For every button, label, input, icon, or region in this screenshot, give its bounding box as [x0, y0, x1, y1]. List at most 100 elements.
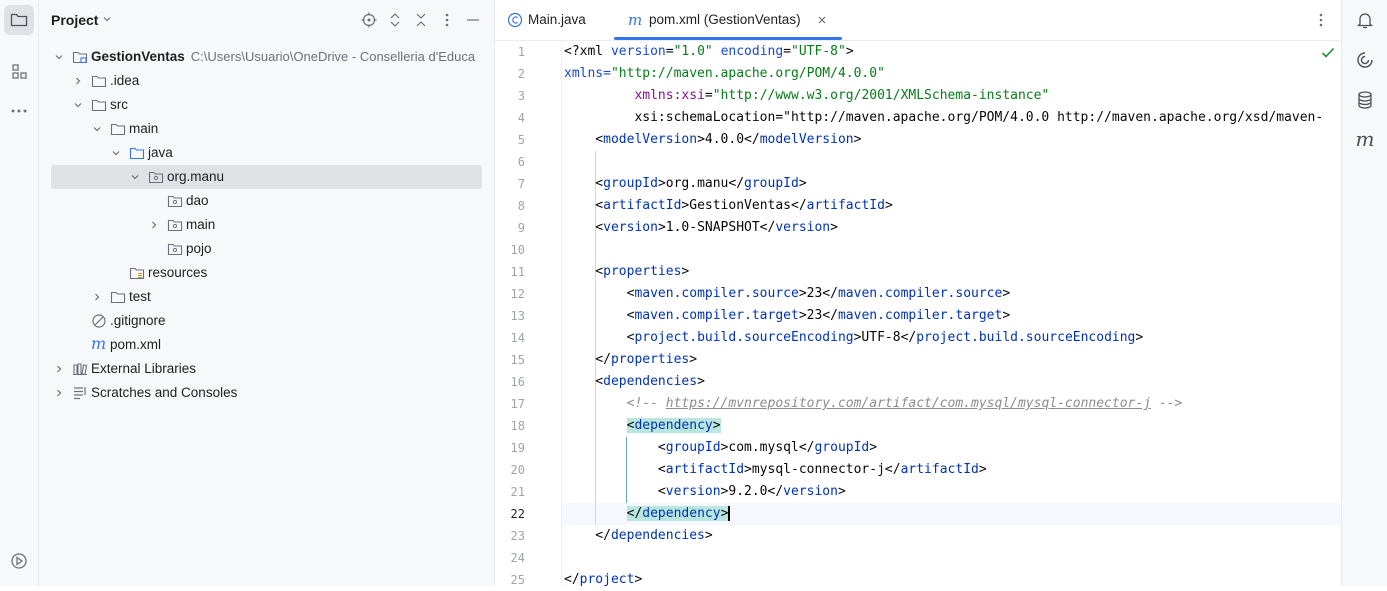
tab-options-icon[interactable] — [1313, 12, 1329, 28]
tree-item-dao[interactable]: dao — [51, 189, 482, 213]
line-number: 13 — [510, 309, 525, 323]
more-icon[interactable] — [4, 96, 34, 126]
tree-item-test[interactable]: test — [51, 285, 482, 309]
tree-item-pom-xml[interactable]: m pom.xml — [51, 333, 482, 357]
database-icon[interactable] — [1355, 90, 1375, 110]
line-number: 4 — [517, 111, 525, 125]
code-line: xmlns="http://maven.apache.org/POM/4.0.0… — [564, 66, 885, 81]
tab-label: pom.xml (GestionVentas) — [649, 12, 801, 27]
close-icon[interactable] — [817, 15, 827, 25]
tree-item-scratches[interactable]: Scratches and Consoles — [51, 381, 482, 405]
code-line-current: </dependency> — [626, 506, 731, 521]
tree-item-label: org.manu — [167, 169, 225, 184]
code-line: <dependencies> — [564, 374, 705, 389]
project-folder-icon[interactable] — [4, 5, 34, 35]
code-line: <groupId>com.mysql</groupId> — [564, 440, 878, 455]
line-number: 1 — [517, 45, 525, 59]
notifications-icon[interactable] — [1355, 10, 1375, 30]
line-number: 18 — [510, 419, 525, 433]
code-line: <?xml version="1.0" encoding="UTF-8"> — [564, 44, 854, 59]
tree-item-external-libraries[interactable]: External Libraries — [51, 357, 482, 381]
tree-item-label: External Libraries — [91, 361, 197, 376]
tree-item-label: src — [110, 97, 128, 112]
folder-icon — [110, 123, 126, 136]
java-class-icon — [507, 12, 523, 28]
tab-pom-xml[interactable]: m pom.xml (GestionVentas) — [614, 0, 842, 40]
tree-item-gitignore[interactable]: .gitignore — [51, 309, 482, 333]
line-number: 16 — [510, 375, 525, 389]
line-number: 19 — [510, 441, 525, 455]
tree-item-gestionventas[interactable]: GestionVentas C:\Users\Usuario\OneDrive -… — [51, 45, 482, 69]
tree-item-resources[interactable]: resources — [51, 261, 482, 285]
chevron-right-icon[interactable] — [54, 388, 64, 398]
line-number: 21 — [510, 485, 525, 499]
line-number: 14 — [510, 331, 525, 345]
project-panel-title[interactable]: Project — [51, 12, 98, 28]
editor: Main.java m pom.xml (GestionVentas) 1 2 … — [495, 0, 1341, 587]
options-icon[interactable] — [439, 12, 455, 28]
code-line: <!-- https://mvnrepository.com/artifact/… — [626, 396, 1183, 411]
tree-item-main-folder[interactable]: main — [51, 117, 482, 141]
tree-item-org-manu[interactable]: org.manu — [51, 165, 482, 189]
editor-tabs: Main.java m pom.xml (GestionVentas) — [495, 0, 1341, 41]
tree-item-label: resources — [148, 265, 208, 280]
code-line: <modelVersion>4.0.0</modelVersion> — [564, 132, 862, 147]
tree-item-src[interactable]: src — [51, 93, 482, 117]
structure-icon[interactable] — [4, 56, 34, 86]
maven-icon: m — [628, 11, 643, 29]
expand-icon[interactable] — [387, 12, 403, 28]
chevron-down-icon[interactable] — [111, 148, 121, 158]
chevron-down-icon[interactable] — [54, 52, 64, 62]
project-path: C:\Users\Usuario\OneDrive - Conselleria … — [190, 49, 476, 64]
tree-item-main-package[interactable]: main — [51, 213, 482, 237]
code-line: <version>1.0-SNAPSHOT</version> — [564, 220, 838, 235]
line-number: 11 — [510, 265, 525, 279]
no-problems-check-icon[interactable] — [1321, 47, 1335, 59]
maven-tool-icon[interactable]: m — [1355, 128, 1375, 150]
tree-item-pojo[interactable]: pojo — [51, 237, 482, 261]
line-number: 25 — [510, 573, 525, 587]
tree-item-idea[interactable]: .idea — [51, 69, 482, 93]
collapse-icon[interactable] — [413, 12, 429, 28]
package-icon — [167, 219, 183, 232]
ignored-file-icon — [92, 314, 106, 328]
chevron-down-icon[interactable] — [102, 14, 112, 24]
left-tool-strip — [0, 0, 39, 586]
chevron-down-icon[interactable] — [130, 172, 140, 182]
project-panel: Project GestionVentas C:\Users\Usuario\On… — [39, 0, 495, 586]
code-area[interactable]: 1 2 3 4 5 6 7 8 9 10 11 12 13 14 15 16 1… — [495, 41, 1341, 587]
code-line: xmlns:xsi="http://www.w3.org/2001/XMLSch… — [634, 88, 1050, 103]
code-line: <artifactId>mysql-connector-j</artifactI… — [564, 462, 987, 477]
tree-item-java[interactable]: java — [51, 141, 482, 165]
code-line: <artifactId>GestionVentas</artifactId> — [564, 198, 893, 213]
chevron-down-icon[interactable] — [92, 124, 102, 134]
hide-icon[interactable] — [465, 12, 481, 28]
source-folder-icon — [129, 147, 145, 160]
chevron-right-icon[interactable] — [92, 292, 102, 302]
code-line: <dependency> — [626, 418, 721, 433]
ai-assistant-icon[interactable] — [1355, 50, 1375, 70]
line-number: 10 — [510, 243, 525, 257]
package-icon — [167, 243, 183, 256]
chevron-right-icon[interactable] — [54, 364, 64, 374]
folder-icon — [110, 291, 126, 304]
chevron-right-icon[interactable] — [73, 76, 83, 86]
tree-item-label: dao — [186, 193, 209, 208]
run-icon[interactable] — [4, 546, 34, 576]
locate-icon[interactable] — [361, 12, 377, 28]
line-number: 6 — [517, 155, 525, 169]
line-number-current: 22 — [510, 507, 525, 521]
folder-icon — [91, 99, 107, 112]
chevron-right-icon[interactable] — [149, 220, 159, 230]
tree-item-label: main — [129, 121, 159, 136]
code-line: </project> — [564, 572, 643, 587]
folder-icon — [91, 75, 107, 88]
tree-item-label: test — [129, 289, 151, 304]
code-line: xsi:schemaLocation="http://maven.apache.… — [564, 110, 1324, 125]
code-line: <maven.compiler.target>23</maven.compile… — [564, 308, 1011, 323]
line-number: 12 — [510, 287, 525, 301]
maven-icon: m — [91, 334, 107, 353]
code-line: <project.build.sourceEncoding>UTF-8</pro… — [564, 330, 1144, 345]
chevron-down-icon[interactable] — [73, 100, 83, 110]
code-line: <properties> — [564, 264, 690, 279]
